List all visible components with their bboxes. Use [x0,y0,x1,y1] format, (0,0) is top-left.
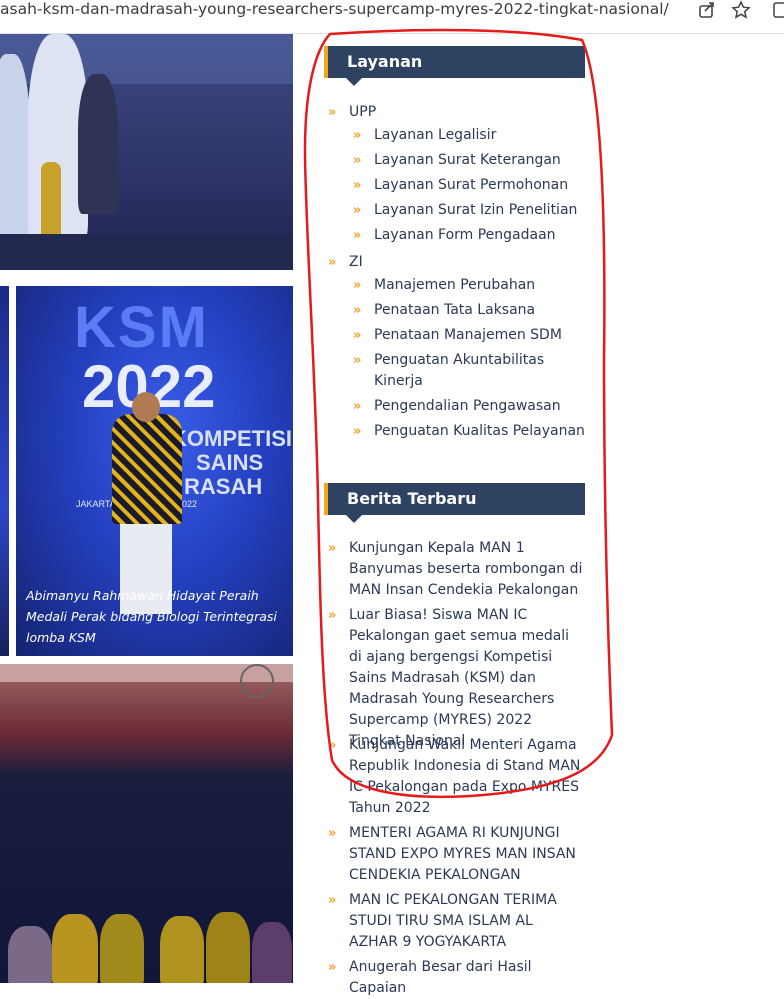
layanan-menu: » UPP » Layanan Legalisir » Layanan Surat … [327,102,592,446]
menu-group-upp[interactable]: » UPP [327,102,592,125]
menu-item[interactable]: » Penguatan Akuntabilitas Kinerja [327,350,574,396]
news-link[interactable]: MENTERI AGAMA RI KUNJUNGI STAND EXPO MYR… [349,825,576,883]
menu-item[interactable]: » Penataan Tata Laksana [327,300,592,325]
news-link[interactable]: Kunjungan Wakil Menteri Agama Republik I… [349,737,580,816]
chevron-right-icon: » [353,178,362,193]
chevron-right-icon: » [328,255,337,270]
student-figure [78,74,118,214]
gallery-photo-group[interactable] [0,664,293,983]
menu-item-label[interactable]: Penataan Manajemen SDM [374,327,562,343]
extension-icon[interactable] [766,0,784,22]
chevron-right-icon: » [353,128,362,143]
menu-item-label[interactable]: Pengendalian Pengawasan [374,398,561,414]
photo-caption: Abimanyu Rahmawan Hidayat Peraih Medali … [26,588,277,645]
gallery-photo-edge[interactable] [0,286,9,656]
chevron-right-icon: » [353,153,362,168]
ksm-banner-text: KSM [74,295,209,360]
news-link[interactable]: Anugerah Besar dari Hasil Capaian [349,959,532,996]
group-member [252,922,292,983]
menu-group-label[interactable]: UPP [349,104,376,120]
menu-item[interactable]: » Layanan Surat Izin Penelitian [327,200,592,225]
chevron-right-icon: » [328,105,337,120]
ksm-banner-line: RASAH [184,474,263,499]
chevron-right-icon: » [328,960,337,975]
group-member [52,914,98,983]
menu-item[interactable]: » Layanan Legalisir [327,125,592,150]
chevron-right-icon: » [328,893,337,908]
menu-item-label[interactable]: Layanan Surat Izin Penelitian [374,202,577,218]
layanan-widget-title: Layanan [324,46,585,86]
chevron-right-icon: » [353,278,362,293]
chevron-right-icon: » [353,399,362,414]
menu-item[interactable]: » Penataan Manajemen SDM [327,325,592,350]
chevron-right-icon: » [353,328,362,343]
star-icon[interactable] [728,0,754,22]
news-item[interactable]: » Luar Biasa! Siswa MAN IC Pekalongan gae… [327,605,585,749]
menu-group-label[interactable]: ZI [349,254,363,270]
news-link[interactable]: MAN IC PEKALONGAN TERIMA STUDI TIRU SMA … [349,892,557,950]
browser-address-bar[interactable]: asah-ksm-dan-madrasah-young-researchers-… [0,0,784,34]
menu-item[interactable]: » Penguatan Kualitas Pelayanan [327,421,592,446]
menu-item[interactable]: » Layanan Surat Keterangan [327,150,592,175]
student-figure [0,54,30,244]
group-member [160,916,204,983]
gallery-photo-stage[interactable] [0,34,293,270]
ksm-banner-line: KOMPETISI [171,426,293,451]
news-link[interactable]: Luar Biasa! Siswa MAN IC Pekalongan gaet… [349,607,569,749]
menu-item[interactable]: » Pengendalian Pengawasan [327,396,592,421]
menu-item[interactable]: » Manajemen Perubahan [327,275,592,300]
share-icon[interactable] [694,0,720,22]
chevron-right-icon: » [353,228,362,243]
chevron-right-icon: » [353,353,362,368]
news-item[interactable]: » MENTERI AGAMA RI KUNJUNGI STAND EXPO MY… [327,823,585,890]
chevron-right-icon: » [353,303,362,318]
menu-item[interactable]: » Layanan Form Pengadaan [327,225,592,252]
ksm-banner-line: SAINS [196,450,264,475]
speaker-head [132,392,160,422]
group-member [100,914,144,983]
chevron-right-icon: » [328,738,337,753]
menu-item-label[interactable]: Layanan Form Pengadaan [374,227,556,243]
url-text[interactable]: asah-ksm-dan-madrasah-young-researchers-… [0,0,690,22]
chevron-right-icon: » [328,541,337,556]
menu-item-label[interactable]: Layanan Surat Permohonan [374,177,568,193]
chevron-right-icon: » [328,826,337,841]
menu-item-label[interactable]: Manajemen Perubahan [374,277,535,293]
speaker-figure [112,414,182,524]
berita-widget-title: Berita Terbaru [324,483,585,523]
chevron-right-icon: » [328,608,337,623]
news-item[interactable]: » Kunjungan Kepala MAN 1 Banyumas beserta… [327,538,585,605]
menu-item-label[interactable]: Layanan Legalisir [374,127,496,143]
menu-item[interactable]: » Layanan Surat Permohonan [327,175,592,200]
news-item[interactable]: » MAN IC PEKALONGAN TERIMA STUDI TIRU SMA… [327,890,585,957]
menu-item-label[interactable]: Penguatan Kualitas Pelayanan [374,423,585,439]
menu-item-label[interactable]: Layanan Surat Keterangan [374,152,561,168]
chevron-right-icon: » [353,203,362,218]
chevron-right-icon: » [353,424,362,439]
group-member [206,912,250,983]
news-item[interactable]: » Kunjungan Wakil Menteri Agama Republik … [327,735,585,823]
menu-item-label[interactable]: Penguatan Akuntabilitas Kinerja [374,352,544,389]
berita-list: » Kunjungan Kepala MAN 1 Banyumas beserta… [327,538,585,996]
news-item[interactable]: » Anugerah Besar dari Hasil Capaian [327,957,585,996]
group-member [8,926,52,983]
menu-group-zi[interactable]: » ZI [327,252,592,275]
gallery-photo-ksm[interactable]: KSM 2022 KOMPETISI SAINS RASAH JAKARTA, … [16,286,293,656]
news-link[interactable]: Kunjungan Kepala MAN 1 Banyumas beserta … [349,540,582,598]
menu-item-label[interactable]: Penataan Tata Laksana [374,302,535,318]
